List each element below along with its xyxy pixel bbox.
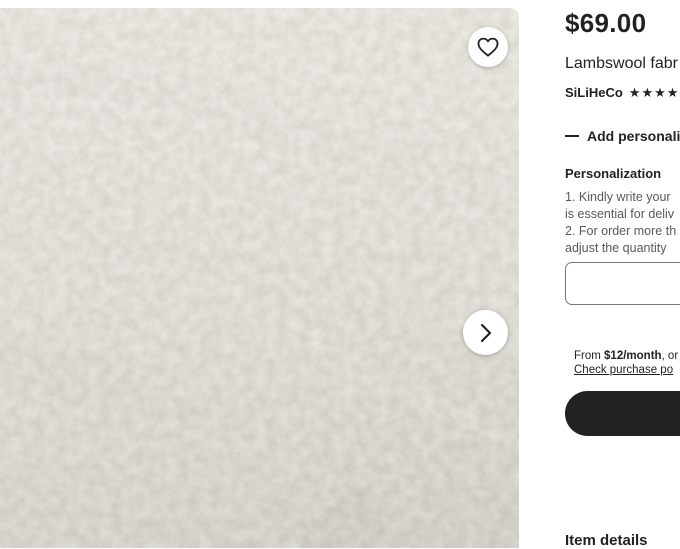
product-image[interactable] — [0, 8, 519, 548]
price: $69.00 — [565, 8, 647, 38]
financing-amount: $12/month — [604, 350, 662, 362]
star-icon: ★ — [641, 85, 654, 100]
financing-prefix: From — [574, 350, 605, 362]
instruction-line: 2. For order more th — [565, 224, 677, 238]
item-details-heading: Item details — [565, 532, 648, 549]
add-to-cart-button[interactable] — [565, 391, 680, 436]
instruction-line: adjust the quantity — [565, 241, 667, 255]
personalization-heading: Personalization — [565, 166, 662, 181]
chevron-right-icon — [480, 323, 491, 342]
check-purchase-power-link[interactable]: Check purchase po — [574, 363, 678, 377]
listing-title[interactable]: Lambswool fabr — [565, 55, 678, 73]
rating-stars[interactable]: ★ ★ ★ ★ — [629, 86, 679, 99]
financing-info: From $12/month, or Check purchase po — [574, 349, 678, 377]
instruction-line: is essential for deliv — [565, 207, 675, 221]
star-icon: ★ — [654, 85, 666, 100]
fabric-photo — [0, 8, 519, 548]
add-personalisation-toggle[interactable]: Add personalisa — [565, 128, 680, 144]
favorite-button[interactable] — [468, 27, 508, 67]
personalization-instructions: 1. Kindly write your is essential for de… — [565, 189, 676, 257]
shop-name-link[interactable]: SiLiHeCo — [565, 85, 623, 100]
add-personalisation-label: Add personalisa — [587, 128, 680, 144]
next-image-button[interactable] — [463, 310, 508, 355]
instruction-line: 1. Kindly write your — [565, 190, 671, 204]
heart-icon — [477, 37, 499, 57]
financing-suffix: , or — [661, 350, 679, 362]
star-icon: ★ — [628, 85, 641, 100]
shop-info: SiLiHeCo ★ ★ ★ ★ — [565, 85, 678, 100]
minus-icon — [565, 135, 579, 137]
star-icon: ★ — [666, 85, 679, 100]
personalization-input[interactable] — [565, 262, 680, 305]
